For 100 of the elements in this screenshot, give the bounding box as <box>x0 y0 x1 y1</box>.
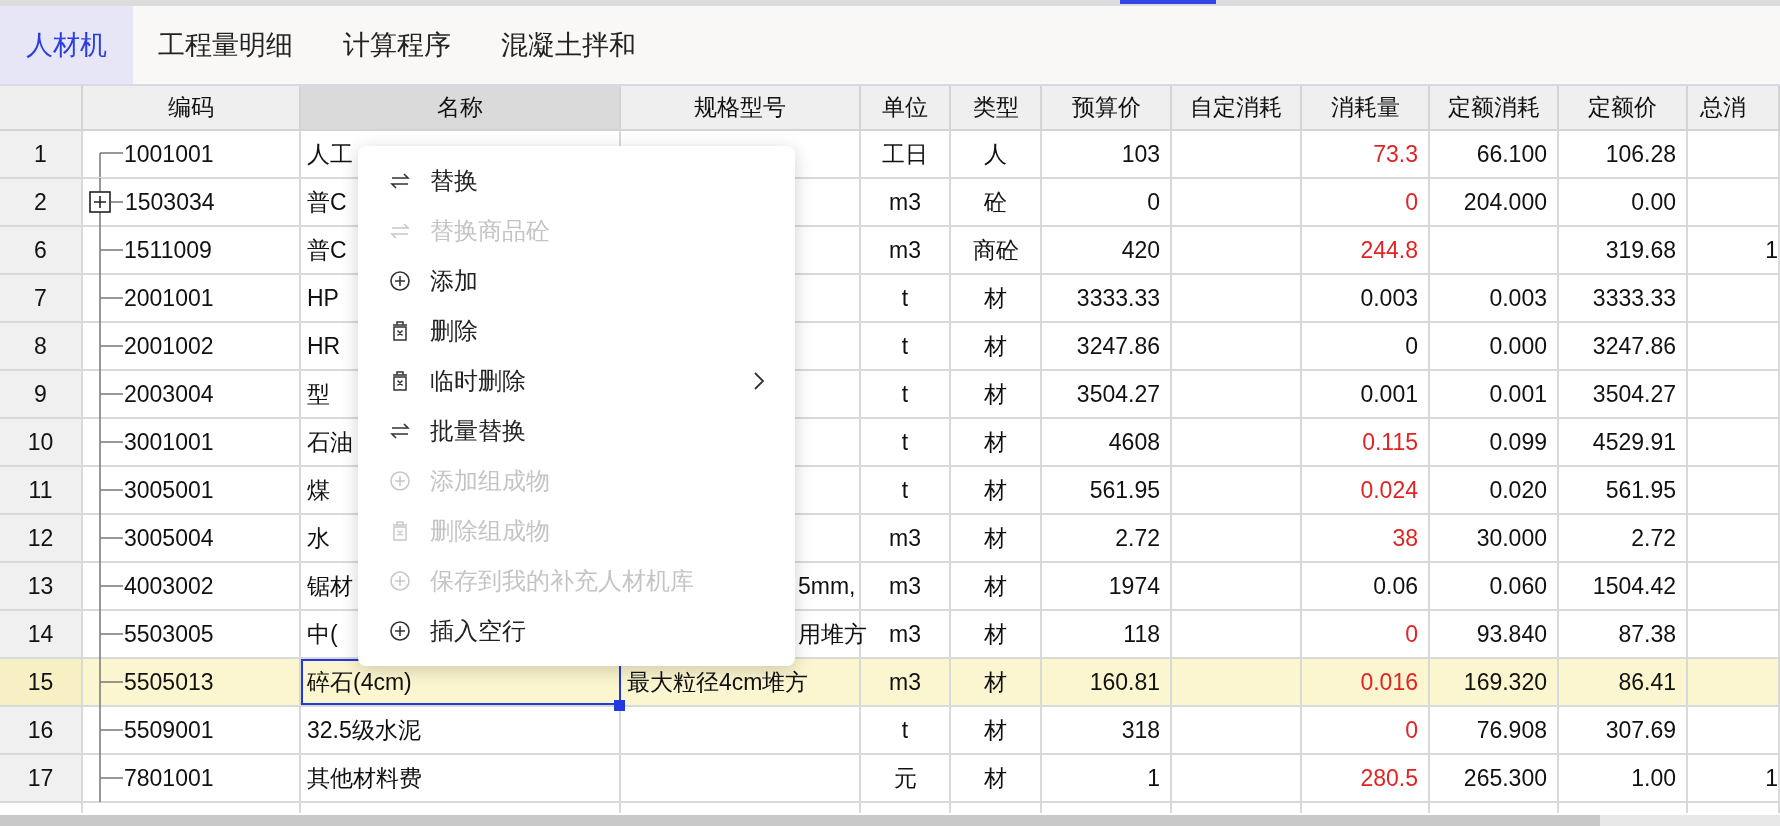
table-cell: 561.95 <box>1559 467 1688 513</box>
table-cell: 0 <box>1302 323 1430 369</box>
column-header: 自定消耗 <box>1172 86 1302 129</box>
table-cell: 0.115 <box>1302 419 1430 465</box>
table-cell: 265.300 <box>1430 755 1559 801</box>
table-cell: 1 <box>1688 227 1780 273</box>
table-cell: 4529.91 <box>1559 419 1688 465</box>
table-cell: t <box>861 371 951 417</box>
table-cell: 0.003 <box>1430 275 1559 321</box>
table-cell-text: 3005001 <box>124 475 214 505</box>
table-cell: 0.024 <box>1302 467 1430 513</box>
table-cell: 420 <box>1042 227 1172 273</box>
table-cell: 318 <box>1042 707 1172 753</box>
table-cell: 244.8 <box>1302 227 1430 273</box>
table-cell: 307.69 <box>1559 707 1688 753</box>
table-cell: 人 <box>951 131 1042 177</box>
table-cell: 204.000 <box>1430 179 1559 225</box>
table-cell: t <box>861 275 951 321</box>
column-header: 类型 <box>951 86 1042 129</box>
tab[interactable]: 混凝土拌和 <box>476 6 661 84</box>
tree-line <box>99 418 124 466</box>
table-cell: 材 <box>951 611 1042 657</box>
table-cell: 材 <box>951 419 1042 465</box>
table-cell: 319.68 <box>1559 227 1688 273</box>
table-cell: 0.016 <box>1302 659 1430 705</box>
tree-line <box>99 562 124 610</box>
table-cell: 元 <box>861 755 951 801</box>
table-cell: t <box>861 323 951 369</box>
table-cell: 10 <box>0 419 83 465</box>
column-header: 规格型号 <box>621 86 861 129</box>
table-cell-text: 3001001 <box>124 427 214 457</box>
table-cell: 73.3 <box>1302 131 1430 177</box>
tab[interactable]: 人材机 <box>0 6 133 84</box>
tree-line <box>99 754 124 802</box>
table-cell: 561.95 <box>1042 467 1172 513</box>
table-cell-text: 1511009 <box>124 235 212 265</box>
table-cell: 32.5级水泥 <box>301 707 621 753</box>
table-cell: 3504.27 <box>1559 371 1688 417</box>
table-cell-text: 4003002 <box>124 571 214 601</box>
table-cell-text: 5505013 <box>124 667 214 697</box>
table-cell: 0.06 <box>1302 563 1430 609</box>
table-cell-text: 7801001 <box>124 763 214 793</box>
table-cell: 14 <box>0 611 83 657</box>
table-cell: 0 <box>1302 179 1430 225</box>
tab[interactable]: 计算程序 <box>318 6 476 84</box>
table-cell: 材 <box>951 563 1042 609</box>
table-cell: 118 <box>1042 611 1172 657</box>
column-header: 预算价 <box>1042 86 1172 129</box>
fill-handle[interactable] <box>614 700 625 711</box>
table-cell: 9 <box>0 371 83 417</box>
table-cell: 1504.42 <box>1559 563 1688 609</box>
table-cell: 3247.86 <box>1559 323 1688 369</box>
plus-circle-icon <box>389 570 411 592</box>
table-cell: 1 <box>1688 755 1780 801</box>
tree-line <box>99 370 124 418</box>
table-cell: 材 <box>951 275 1042 321</box>
column-header: 定额价 <box>1559 86 1688 129</box>
table-cell: 2.72 <box>1559 515 1688 561</box>
table-cell: 0.001 <box>1430 371 1559 417</box>
tree-line <box>99 274 124 322</box>
column-header: 名称 <box>301 86 621 129</box>
tree-line <box>99 610 124 658</box>
table-cell: 66.100 <box>1430 131 1559 177</box>
table-cell: 87.38 <box>1559 611 1688 657</box>
tab[interactable]: 工程量明细 <box>133 6 318 84</box>
table-cell: 38 <box>1302 515 1430 561</box>
plus-circle-icon <box>389 470 411 492</box>
column-header: 总消 <box>1688 86 1780 129</box>
table-cell: 103 <box>1042 131 1172 177</box>
table-cell-text: 2001001 <box>124 283 214 313</box>
tree-line <box>99 706 124 754</box>
table-cell: 2 <box>0 179 83 225</box>
table-cell-text: 1001001 <box>124 139 214 169</box>
table-cell: 0.020 <box>1430 467 1559 513</box>
tree-line <box>99 658 124 706</box>
column-header: 定额消耗 <box>1430 86 1559 129</box>
column-header: 单位 <box>861 86 951 129</box>
table-cell: 0.060 <box>1430 563 1559 609</box>
table-cell: 0.099 <box>1430 419 1559 465</box>
table-cell: t <box>861 419 951 465</box>
table-cell-text: 3005004 <box>124 523 214 553</box>
table-cell: 2.72 <box>1042 515 1172 561</box>
table-cell: 材 <box>951 371 1042 417</box>
table-cell: t <box>861 467 951 513</box>
table-cell: m3 <box>861 227 951 273</box>
table-cell: 4608 <box>1042 419 1172 465</box>
table-cell: 0 <box>1302 707 1430 753</box>
table-cell: m3 <box>861 659 951 705</box>
table-cell: 1 <box>1042 755 1172 801</box>
table-cell: m3 <box>861 515 951 561</box>
table-cell: 160.81 <box>1042 659 1172 705</box>
table-cell: 0.00 <box>1559 179 1688 225</box>
table-cell: 材 <box>951 755 1042 801</box>
table-cell: 8 <box>0 323 83 369</box>
expand-icon[interactable] <box>89 191 111 213</box>
table-cell: 106.28 <box>1559 131 1688 177</box>
table-cell: m3 <box>861 179 951 225</box>
column-header: 消耗量 <box>1302 86 1430 129</box>
table-cell: 280.5 <box>1302 755 1430 801</box>
table-cell-text: 1503034 <box>125 187 215 217</box>
